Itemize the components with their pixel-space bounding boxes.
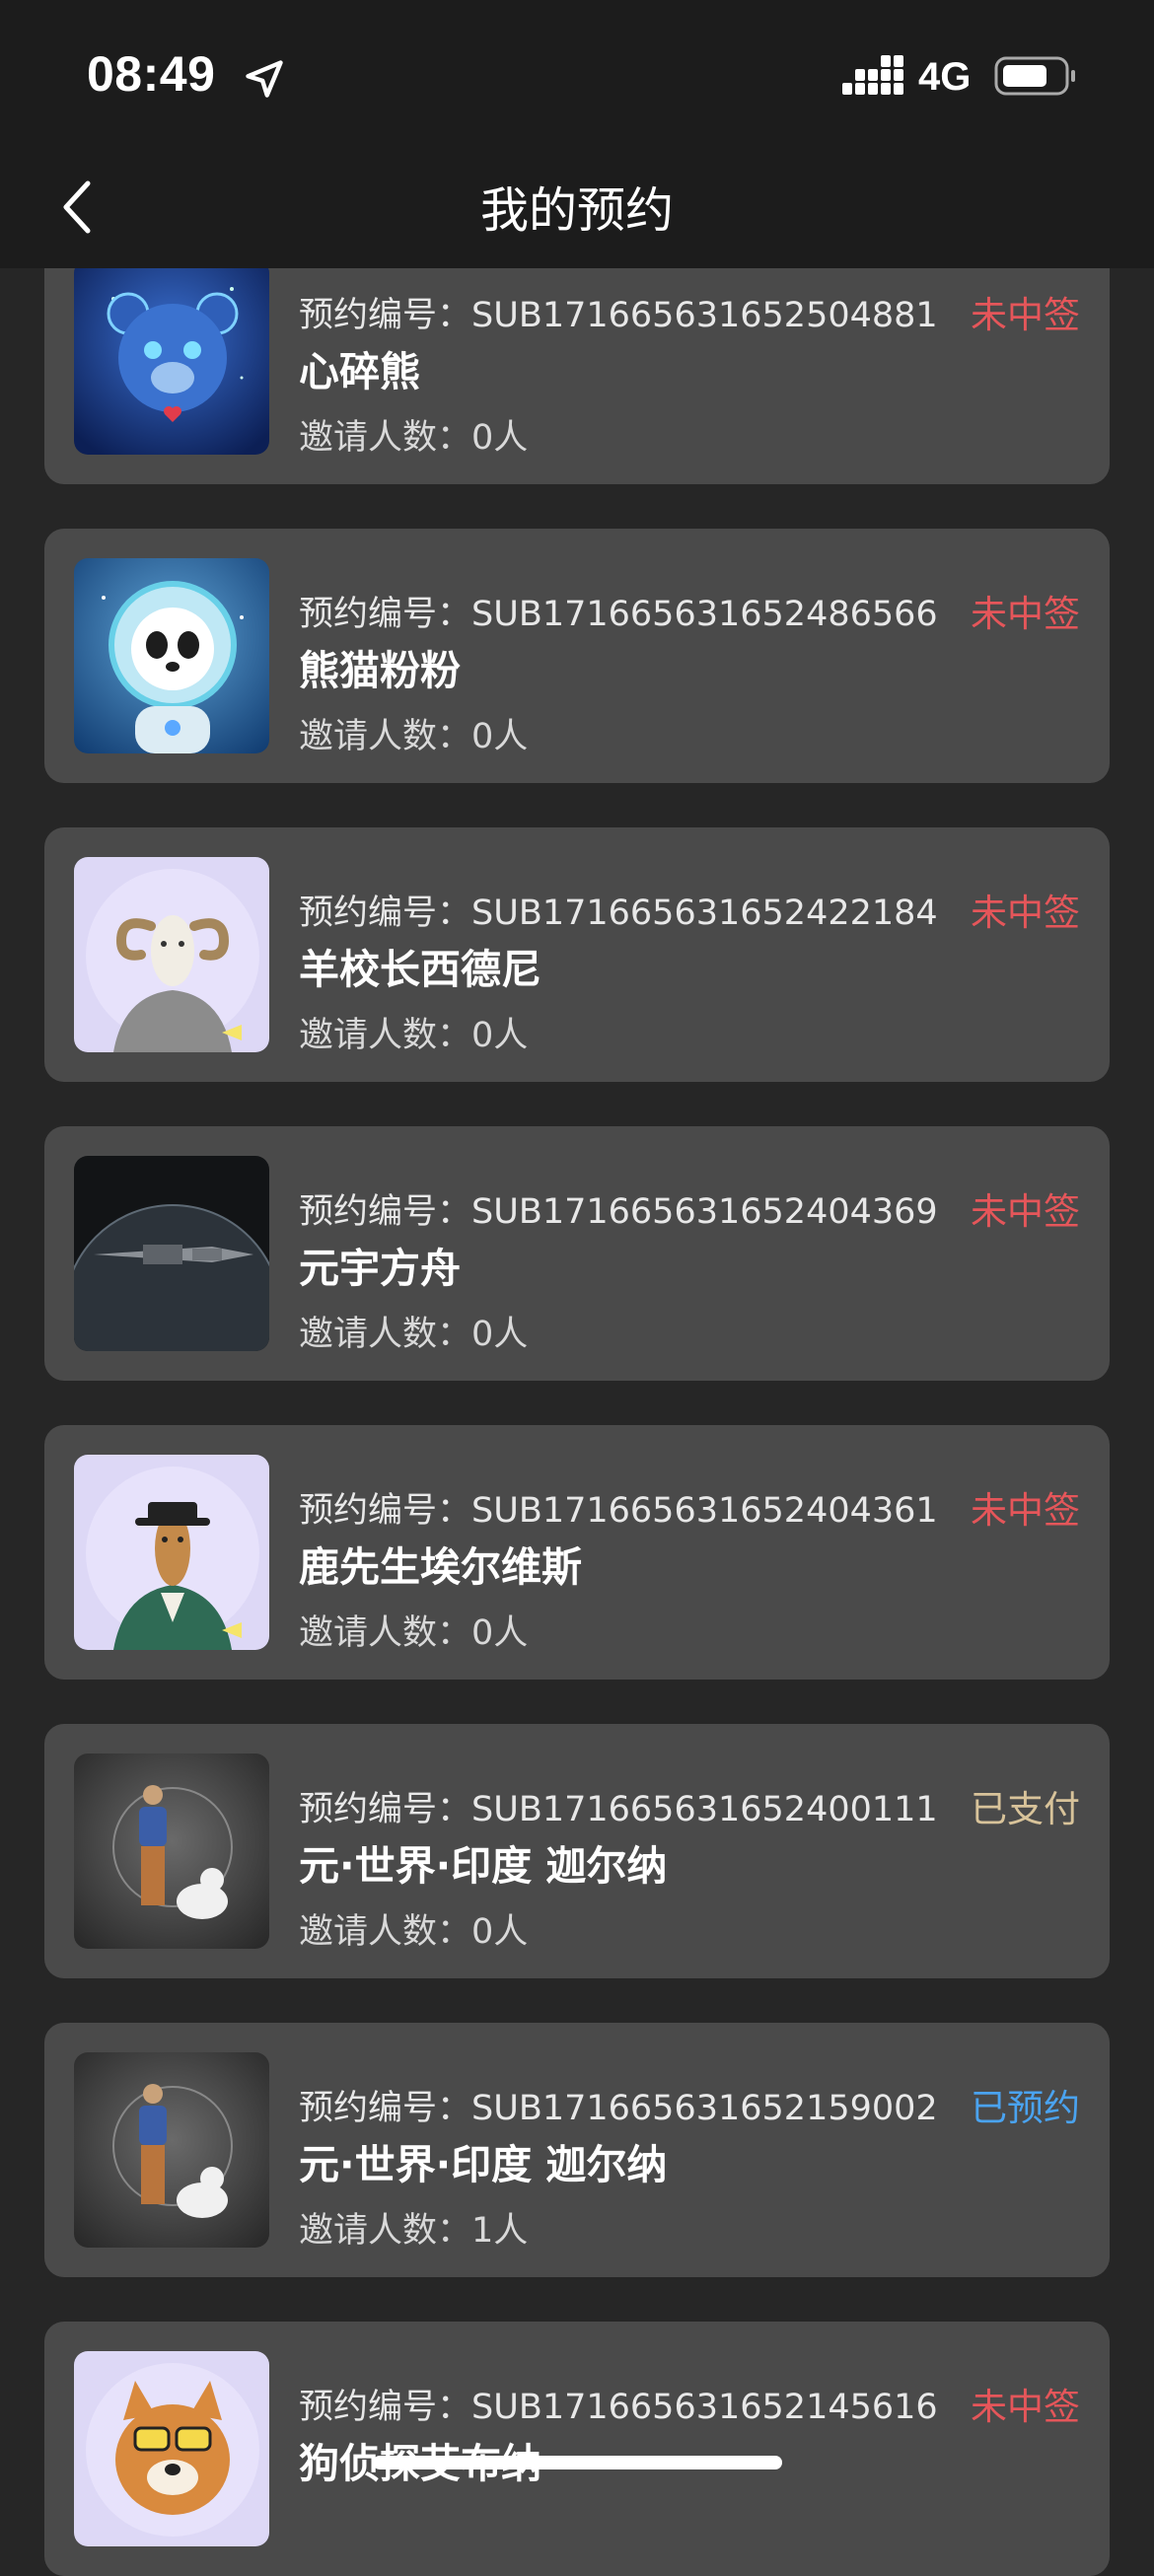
page-title: 我的预约 [479,182,674,239]
signal-icon [842,55,903,95]
reservation-card[interactable]: 预约编号：SUB171665631652400111 元·世界·印度 迦尔纳 邀… [44,1724,1110,1978]
reservation-card[interactable]: 预约编号：SUB171665631652159002 元·世界·印度 迦尔纳 邀… [44,2023,1110,2277]
deer-gentleman-thumbnail [74,1455,269,1650]
reservation-list[interactable]: 预约编号：SUB171665631652504881 心碎熊 邀请人数：0人 未… [0,0,1154,2576]
status-badge: 未中签 [971,2386,1080,2428]
invite-count: 邀请人数：0人 [299,1912,529,1952]
invite-count: 邀请人数：0人 [299,1016,529,1055]
reservation-id: 预约编号：SUB171665631652486566 [299,595,938,634]
home-indicator[interactable] [373,2456,782,2469]
item-name: 元·世界·印度 迦尔纳 [299,2141,668,2188]
ram-in-sweater-thumbnail [74,857,269,1052]
battery-icon [994,56,1075,96]
status-time: 08:49 [87,46,216,102]
status-bar: 08:49 4G [0,0,1154,148]
status-badge: 未中签 [971,1489,1080,1532]
reservation-id: 预约编号：SUB171665631652145616 [299,2388,938,2427]
reservation-card[interactable]: 预约编号：SUB171665631652404369 元宇方舟 邀请人数：0人 … [44,1126,1110,1381]
invite-count: 邀请人数：0人 [299,1613,529,1653]
warrior-with-tiger-thumbnail [74,1753,269,1949]
reservation-card[interactable]: 预约编号：SUB171665631652404361 鹿先生埃尔维斯 邀请人数：… [44,1425,1110,1680]
invite-count: 邀请人数：0人 [299,1315,529,1354]
status-badge: 未中签 [971,294,1080,336]
status-badge: 已预约 [971,2087,1080,2129]
cyber-bear-thumbnail [74,259,269,455]
invite-count: 邀请人数：0人 [299,717,529,756]
reservation-id: 预约编号：SUB171665631652404369 [299,1192,938,1232]
dog-detective-thumbnail [74,2351,269,2546]
astronaut-panda-thumbnail [74,558,269,753]
item-name: 熊猫粉粉 [299,647,461,694]
reservation-id: 预约编号：SUB171665631652159002 [299,2089,938,2128]
nav-bar: 我的预约 [0,148,1154,268]
item-name: 元宇方舟 [299,1245,461,1292]
location-arrow-icon [246,60,283,98]
network-type: 4G [918,55,972,99]
reservation-id: 预约编号：SUB171665631652422184 [299,894,938,933]
invite-count: 邀请人数：1人 [299,2211,529,2251]
reservation-card[interactable]: 预约编号：SUB171665631652486566 熊猫粉粉 邀请人数：0人 … [44,529,1110,783]
item-name: 心碎熊 [299,348,420,395]
reservation-card[interactable]: 预约编号：SUB171665631652145616 狗侦探艾布纳 未中签 [44,2322,1110,2576]
status-badge: 未中签 [971,1190,1080,1233]
status-badge: 未中签 [971,593,1080,635]
item-name: 羊校长西德尼 [299,946,541,993]
reservation-id: 预约编号：SUB171665631652404361 [299,1491,938,1531]
spaceship-planet-thumbnail [74,1156,269,1351]
reservation-id: 预约编号：SUB171665631652400111 [299,1790,938,1829]
item-name: 元·世界·印度 迦尔纳 [299,1842,668,1890]
item-name: 鹿先生埃尔维斯 [299,1543,582,1591]
reservation-card[interactable]: 预约编号：SUB171665631652422184 羊校长西德尼 邀请人数：0… [44,827,1110,1082]
status-badge: 未中签 [971,892,1080,934]
invite-count: 邀请人数：0人 [299,418,529,458]
reservation-id: 预约编号：SUB171665631652504881 [299,296,938,335]
warrior-with-tiger-thumbnail [74,2052,269,2248]
status-badge: 已支付 [971,1788,1080,1830]
